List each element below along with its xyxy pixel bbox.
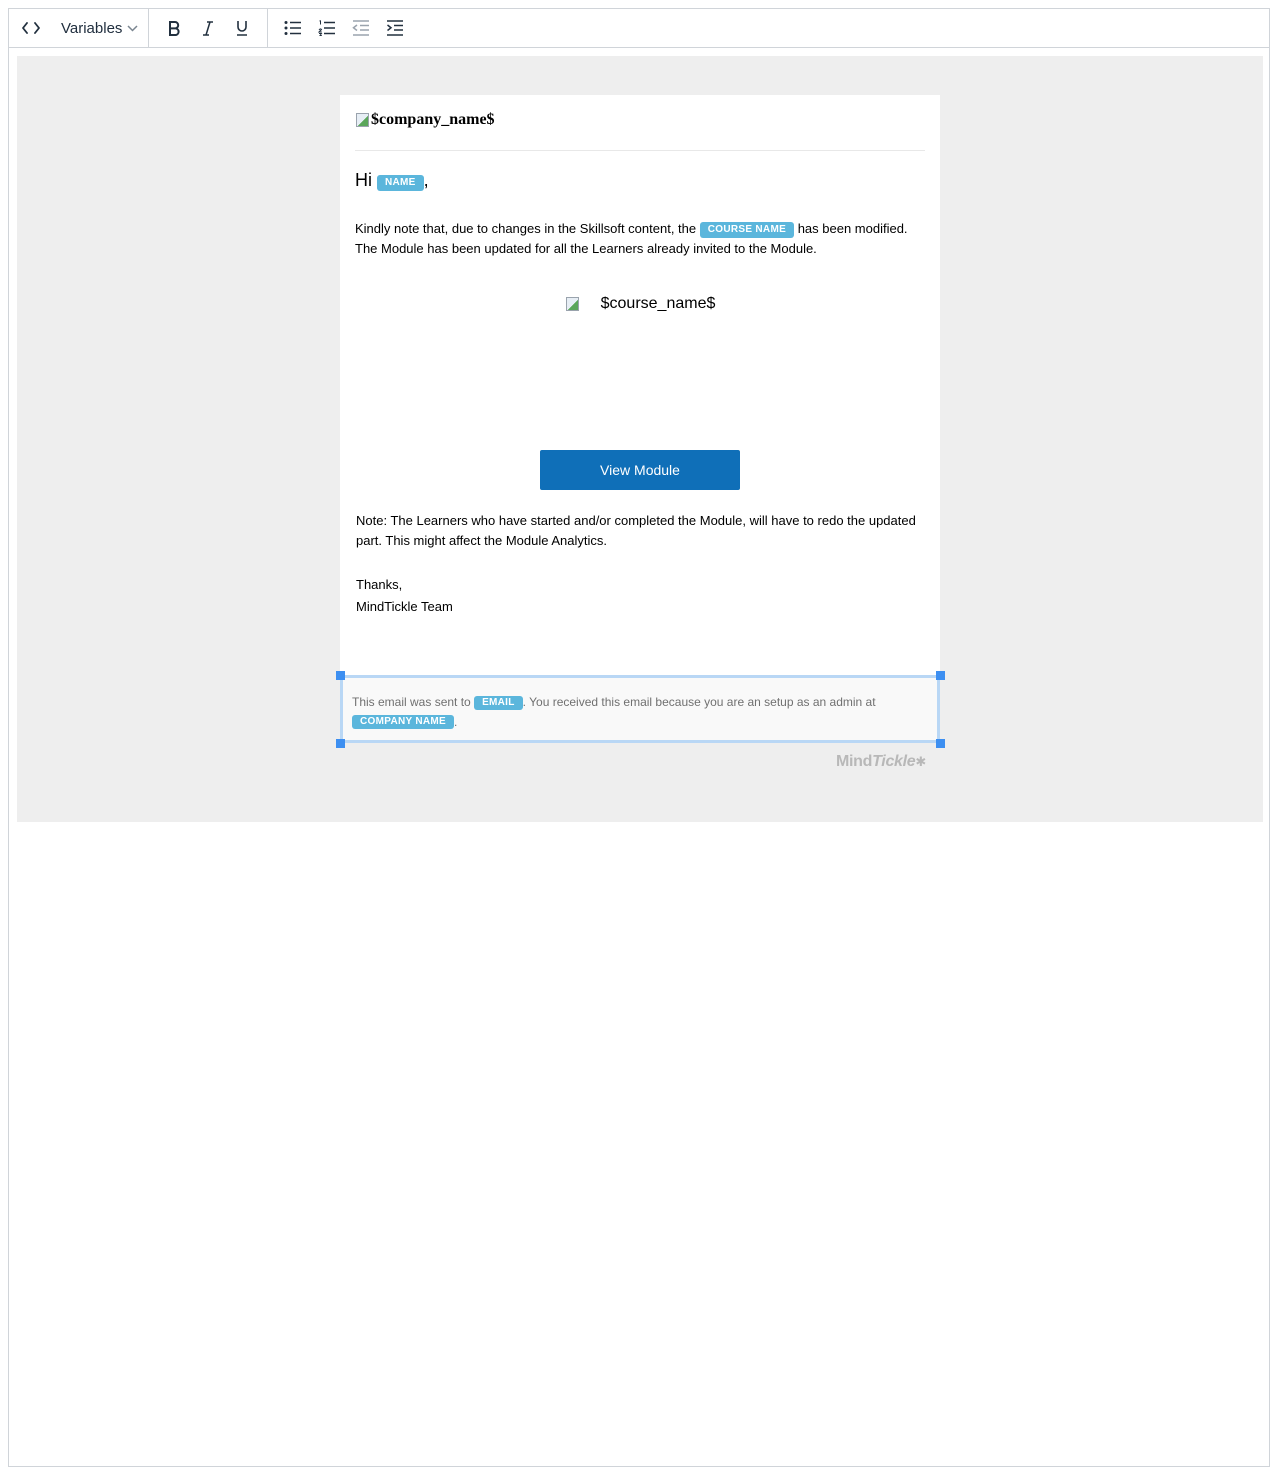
view-module-button[interactable]: View Module (540, 450, 740, 490)
resize-handle-bottom-left[interactable] (336, 739, 345, 748)
mindtickle-logo: MindTickle✱ (836, 753, 926, 770)
email-variable-tag[interactable]: EMAIL (474, 695, 523, 710)
variables-dropdown[interactable]: Variables (61, 20, 138, 37)
chevron-down-icon (127, 24, 138, 32)
broken-image-icon (355, 111, 369, 127)
editor-toolbar: Variables (9, 8, 1269, 48)
variables-label: Variables (61, 19, 123, 37)
underline-icon (237, 21, 248, 36)
course-name-variable-tag[interactable]: COURSE NAME (699, 221, 795, 238)
bold-icon (169, 20, 180, 36)
numbered-list-button[interactable] (310, 13, 344, 43)
resize-handle-bottom-right[interactable] (936, 739, 945, 748)
greeting-prefix: Hi (355, 170, 372, 190)
bullet-list-icon (284, 21, 302, 35)
email-canvas: $company_name$ Hi NAME , Kindly note tha… (17, 56, 1263, 822)
outdent-icon (352, 20, 370, 36)
company-logo: $company_name$ (355, 111, 925, 151)
resize-handle-top-right[interactable] (936, 671, 945, 680)
indent-icon (387, 20, 404, 36)
resize-handle-top-left[interactable] (336, 671, 345, 680)
bullet-list-button[interactable] (276, 13, 310, 43)
note-paragraph: Note: The Learners who have started and/… (356, 513, 916, 548)
sign-off: Thanks, MindTickle Team (356, 574, 453, 618)
name-variable-tag[interactable]: NAME (377, 174, 424, 191)
bold-button[interactable] (157, 13, 191, 43)
email-body[interactable]: $company_name$ Hi NAME , Kindly note tha… (340, 95, 940, 675)
code-icon (22, 22, 40, 34)
broken-image-icon (565, 295, 579, 311)
greeting: Hi NAME , (355, 170, 429, 191)
footer-text-2: . You received this email because you ar… (522, 695, 876, 709)
body-text-1: Kindly note that, due to changes in the … (355, 221, 697, 236)
footer-text-3: . (454, 714, 458, 729)
outdent-button[interactable] (344, 13, 378, 43)
italic-button[interactable] (191, 13, 225, 43)
email-footer-selected[interactable]: This email was sent to EMAIL. You receiv… (340, 675, 940, 743)
source-code-button[interactable] (15, 13, 47, 43)
numbered-list-icon (318, 20, 336, 36)
company-name-variable-tag[interactable]: COMPANY NAME (352, 715, 455, 730)
course-image: $course_name$ (540, 295, 740, 415)
company-logo-alt: $company_name$ (371, 111, 495, 128)
greeting-suffix: , (423, 170, 429, 190)
signature-text: MindTickle Team (356, 599, 453, 614)
underline-button[interactable] (225, 13, 259, 43)
course-image-alt: $course_name$ (600, 295, 716, 312)
editor-frame: Variables $company_name$ Hi NAME , Kindl… (8, 8, 1270, 1467)
italic-icon (203, 20, 214, 36)
body-paragraph: Kindly note that, due to changes in the … (355, 219, 925, 258)
indent-button[interactable] (378, 13, 412, 43)
thanks-text: Thanks, (356, 577, 403, 592)
footer-text-1: This email was sent to (352, 695, 471, 709)
